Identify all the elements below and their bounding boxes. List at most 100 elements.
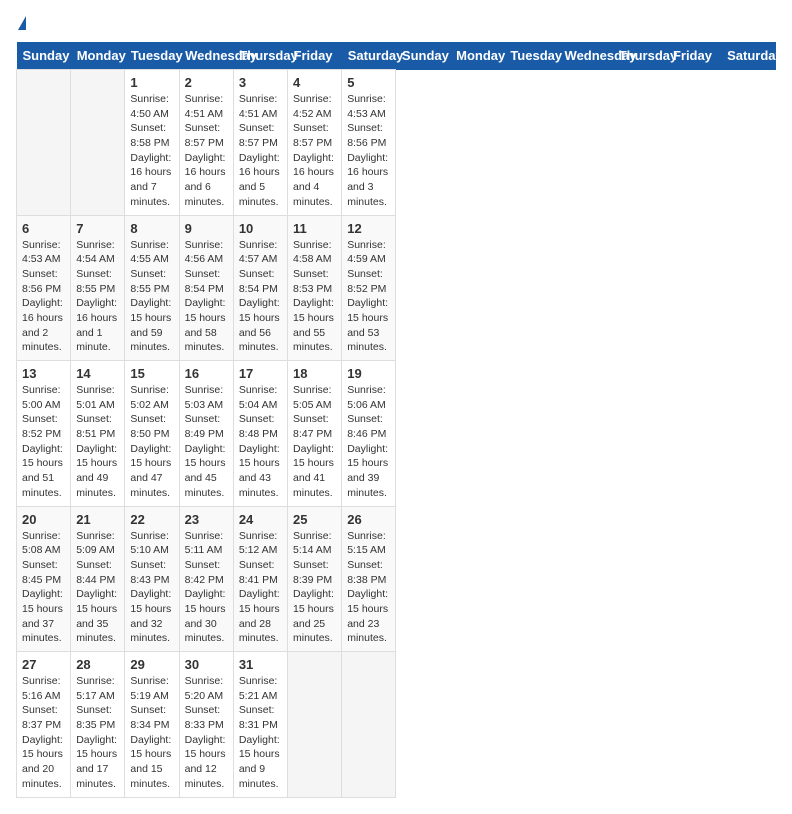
calendar-cell: 23Sunrise: 5:11 AMSunset: 8:42 PMDayligh… (179, 506, 233, 652)
day-number: 27 (22, 657, 65, 672)
calendar-week-3: 13Sunrise: 5:00 AMSunset: 8:52 PMDayligh… (17, 361, 776, 507)
sunrise-text: Sunrise: 5:17 AM (76, 675, 115, 702)
daylight-text: Daylight: 15 hours and 53 minutes. (347, 297, 388, 353)
calendar-week-2: 6Sunrise: 4:53 AMSunset: 8:56 PMDaylight… (17, 215, 776, 361)
cell-info: Sunrise: 5:09 AMSunset: 8:44 PMDaylight:… (76, 529, 119, 647)
sunset-text: Sunset: 8:54 PM (185, 268, 224, 295)
sunrise-text: Sunrise: 4:53 AM (347, 93, 386, 120)
sunset-text: Sunset: 8:56 PM (22, 268, 61, 295)
day-number: 21 (76, 512, 119, 527)
sunrise-text: Sunrise: 5:08 AM (22, 530, 61, 557)
sunrise-text: Sunrise: 4:57 AM (239, 239, 278, 266)
sunrise-text: Sunrise: 4:52 AM (293, 93, 332, 120)
cell-info: Sunrise: 5:17 AMSunset: 8:35 PMDaylight:… (76, 674, 119, 792)
day-number: 9 (185, 221, 228, 236)
calendar-cell: 26Sunrise: 5:15 AMSunset: 8:38 PMDayligh… (342, 506, 396, 652)
header-row: SundayMondayTuesdayWednesdayThursdayFrid… (17, 42, 776, 70)
cell-info: Sunrise: 5:11 AMSunset: 8:42 PMDaylight:… (185, 529, 228, 647)
calendar-cell: 27 Sunrise: 5:16 AMSunset: 8:37 PMDayligh… (17, 652, 71, 798)
sunrise-text: Sunrise: 4:53 AM (22, 239, 61, 266)
daylight-text: Daylight: 16 hours and 2 minutes. (22, 297, 63, 353)
sunrise-text: Sunrise: 4:58 AM (293, 239, 332, 266)
sunrise-text: Sunrise: 5:05 AM (293, 384, 332, 411)
daylight-text: Daylight: 15 hours and 23 minutes. (347, 588, 388, 644)
sunset-text: Sunset: 8:55 PM (76, 268, 115, 295)
sunrise-text: Sunrise: 5:16 AM (22, 675, 61, 702)
cell-info: Sunrise: 5:01 AMSunset: 8:51 PMDaylight:… (76, 383, 119, 501)
cell-info: Sunrise: 4:52 AMSunset: 8:57 PM Daylight:… (293, 92, 336, 210)
logo (16, 16, 26, 30)
sunrise-text: Sunrise: 5:19 AM (130, 675, 169, 702)
daylight-text: Daylight: 16 hours and 4 minutes. (293, 152, 334, 208)
weekday-header-monday: Monday (450, 42, 504, 70)
day-number: 24 (239, 512, 282, 527)
cell-info: Sunrise: 4:55 AMSunset: 8:55 PMDaylight:… (130, 238, 173, 356)
calendar-cell: 1 Sunrise: 4:50 AMSunset: 8:58 PMDaylight… (125, 70, 179, 216)
cell-info: Sunrise: 4:50 AMSunset: 8:58 PMDaylight:… (130, 92, 173, 210)
daylight-text: Daylight: 15 hours and 37 minutes. (22, 588, 63, 644)
day-number: 2 (185, 75, 228, 90)
sunset-text: Sunset: 8:45 PM (22, 559, 61, 586)
sunrise-text: Sunrise: 5:20 AM (185, 675, 224, 702)
weekday-header-saturday: Saturday (342, 42, 396, 70)
calendar-cell: 11Sunrise: 4:58 AMSunset: 8:53 PMDayligh… (288, 215, 342, 361)
sunset-text: Sunset: 8:56 PM (347, 122, 386, 149)
sunset-text: Sunset: 8:55 PM (130, 268, 169, 295)
cell-info: Sunrise: 4:51 AMSunset: 8:57 PMDaylight:… (239, 92, 282, 210)
sunset-text: Sunset: 8:57 PM (239, 122, 278, 149)
daylight-text: Daylight: 15 hours and 12 minutes. (185, 734, 226, 790)
weekday-header-tuesday: Tuesday (504, 42, 558, 70)
cell-info: Sunrise: 5:15 AMSunset: 8:38 PMDaylight:… (347, 529, 390, 647)
sunset-text: Sunset: 8:57 PM (293, 122, 332, 149)
cell-info: Sunrise: 5:16 AMSunset: 8:37 PMDaylight:… (22, 674, 65, 792)
daylight-text: Daylight: 15 hours and 32 minutes. (130, 588, 171, 644)
sunrise-text: Sunrise: 5:03 AM (185, 384, 224, 411)
cell-info: Sunrise: 5:03 AMSunset: 8:49 PMDaylight:… (185, 383, 228, 501)
calendar-cell: 12Sunrise: 4:59 AMSunset: 8:52 PMDayligh… (342, 215, 396, 361)
cell-info: Sunrise: 4:56 AMSunset: 8:54 PMDaylight:… (185, 238, 228, 356)
day-number: 17 (239, 366, 282, 381)
calendar-body: 1 Sunrise: 4:50 AMSunset: 8:58 PMDaylight… (17, 70, 776, 798)
daylight-text: Daylight: 15 hours and 25 minutes. (293, 588, 334, 644)
sunset-text: Sunset: 8:49 PM (185, 413, 224, 440)
sunset-text: Sunset: 8:43 PM (130, 559, 169, 586)
sunrise-text: Sunrise: 5:01 AM (76, 384, 115, 411)
daylight-text: Daylight: 15 hours and 9 minutes. (239, 734, 280, 790)
daylight-text: Daylight: 16 hours and 7 minutes. (130, 152, 171, 208)
daylight-text: Daylight: 15 hours and 41 minutes. (293, 443, 334, 499)
sunrise-text: Sunrise: 5:11 AM (185, 530, 224, 557)
calendar-cell: 14Sunrise: 5:01 AMSunset: 8:51 PMDayligh… (71, 361, 125, 507)
day-number: 5 (347, 75, 390, 90)
day-number: 11 (293, 221, 336, 236)
calendar-week-5: 27 Sunrise: 5:16 AMSunset: 8:37 PMDayligh… (17, 652, 776, 798)
calendar-cell: 30Sunrise: 5:20 AMSunset: 8:33 PMDayligh… (179, 652, 233, 798)
sunset-text: Sunset: 8:50 PM (130, 413, 169, 440)
sunset-text: Sunset: 8:52 PM (347, 268, 386, 295)
sunrise-text: Sunrise: 5:00 AM (22, 384, 61, 411)
daylight-text: Daylight: 15 hours and 28 minutes. (239, 588, 280, 644)
calendar-cell: 3Sunrise: 4:51 AMSunset: 8:57 PMDaylight… (233, 70, 287, 216)
daylight-text: Daylight: 15 hours and 20 minutes. (22, 734, 63, 790)
weekday-header-monday: Monday (71, 42, 125, 70)
day-number: 13 (22, 366, 65, 381)
day-number: 22 (130, 512, 173, 527)
cell-info: Sunrise: 4:53 AMSunset: 8:56 PMDaylight:… (347, 92, 390, 210)
sunrise-text: Sunrise: 4:51 AM (185, 93, 224, 120)
day-number: 12 (347, 221, 390, 236)
cell-info: Sunrise: 5:06 AMSunset: 8:46 PMDaylight:… (347, 383, 390, 501)
day-number: 1 (130, 75, 173, 90)
calendar-cell: 24Sunrise: 5:12 AMSunset: 8:41 PMDayligh… (233, 506, 287, 652)
sunrise-text: Sunrise: 5:02 AM (130, 384, 169, 411)
calendar-cell: 4Sunrise: 4:52 AMSunset: 8:57 PMDaylight… (288, 70, 342, 216)
daylight-text: Daylight: 15 hours and 30 minutes. (185, 588, 226, 644)
sunset-text: Sunset: 8:44 PM (76, 559, 115, 586)
sunrise-text: Sunrise: 5:10 AM (130, 530, 169, 557)
sunset-text: Sunset: 8:46 PM (347, 413, 386, 440)
sunset-text: Sunset: 8:54 PM (239, 268, 278, 295)
cell-info: Sunrise: 5:04 AMSunset: 8:48 PMDaylight:… (239, 383, 282, 501)
weekday-header-saturday: Saturday (721, 42, 775, 70)
daylight-text: Daylight: 15 hours and 58 minutes. (185, 297, 226, 353)
cell-info: Sunrise: 4:51 AMSunset: 8:57 PMDaylight:… (185, 92, 228, 210)
day-number: 7 (76, 221, 119, 236)
sunset-text: Sunset: 8:53 PM (293, 268, 332, 295)
